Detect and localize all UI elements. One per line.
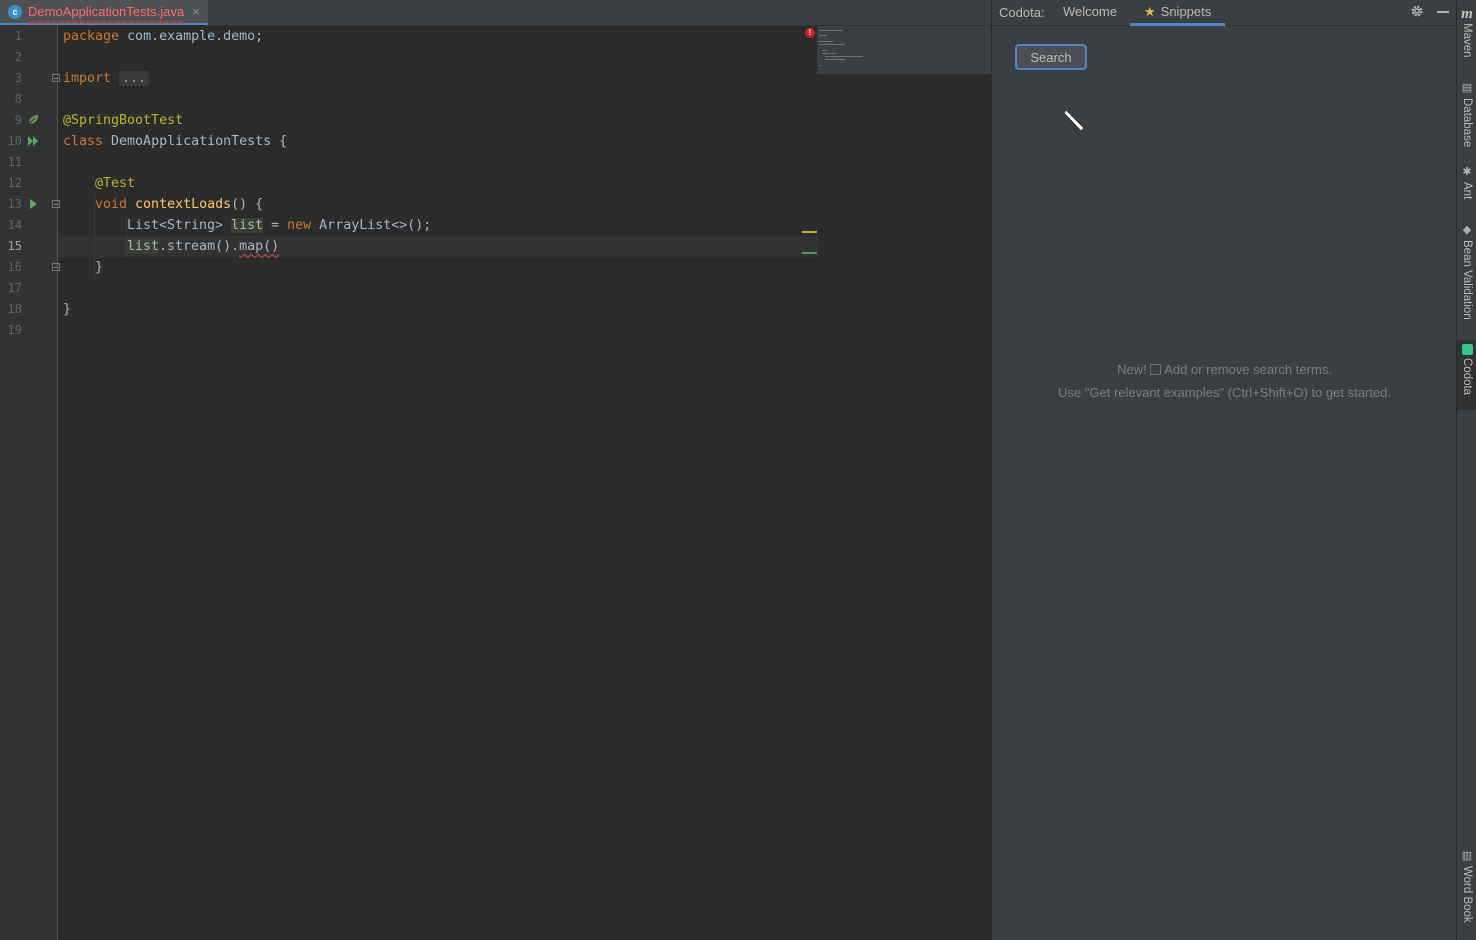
search-button[interactable]: Search <box>1015 44 1087 70</box>
empty-state-line-1: New! Add or remove search terms. <box>1117 362 1332 377</box>
line-number: 11 <box>7 155 22 169</box>
code-minimap[interactable] <box>817 26 991 74</box>
folded-imports[interactable]: ... <box>119 71 150 86</box>
run-test-icon[interactable] <box>27 198 39 210</box>
tool-codota[interactable]: Codota <box>1457 340 1476 410</box>
empty-state-message: New! Add or remove search terms. Use "Ge… <box>992 358 1457 404</box>
mouse-cursor-icon <box>1063 108 1090 139</box>
codota-tool-window: Codota: Welcome ★ Snippets Search New! Ad… <box>991 0 1457 940</box>
codota-title: Codota: <box>999 5 1045 20</box>
tool-ant[interactable]: ✱ Ant <box>1457 166 1476 199</box>
line-number: 16 <box>7 260 22 274</box>
warning-stripe-mark[interactable] <box>802 231 817 233</box>
star-icon: ★ <box>1144 4 1156 19</box>
minimap-line <box>819 44 845 45</box>
line-number: 18 <box>7 302 22 316</box>
codota-icon <box>1461 344 1473 355</box>
bean-validation-icon: ◆ <box>1462 224 1472 236</box>
minimap-line <box>819 35 827 36</box>
error-underline[interactable]: map() <box>239 239 279 254</box>
minimap-line <box>819 41 833 42</box>
line-number: 1 <box>14 29 22 43</box>
tab-welcome[interactable]: Welcome <box>1049 0 1131 23</box>
line-number: 8 <box>14 92 22 106</box>
book-icon: ▥ <box>1461 850 1473 862</box>
gear-icon[interactable] <box>1410 4 1424 22</box>
editor-tab-bar: c DemoApplicationTests.java × <box>0 0 991 26</box>
line-number: 19 <box>7 323 22 337</box>
line-number: 9 <box>14 113 22 127</box>
code-area[interactable]: package com.example.demo; import ... @Sp… <box>58 26 818 940</box>
tool-maven[interactable]: m Maven <box>1457 6 1476 58</box>
editor-tab-demo-application-tests[interactable]: c DemoApplicationTests.java × <box>0 0 208 25</box>
editor-tab-label: DemoApplicationTests.java <box>28 4 185 19</box>
code-line-14: List<String> list = new ArrayList<>(); <box>127 218 432 233</box>
close-tab-icon[interactable]: × <box>192 4 200 19</box>
minimap-line <box>822 50 827 51</box>
line-number-current: 15 <box>7 239 22 253</box>
line-number: 14 <box>7 218 22 232</box>
minimap-line <box>825 59 845 60</box>
line-number: 2 <box>14 50 22 64</box>
right-tool-strip: m Maven ▤ Database ✱ Ant ◆ Bean Validati… <box>1456 0 1476 940</box>
line-number: 17 <box>7 281 22 295</box>
line-number: 10 <box>7 134 22 148</box>
tool-word-book[interactable]: ▥ Word Book <box>1457 850 1476 923</box>
error-indicator-icon[interactable]: ! <box>805 28 815 38</box>
code-line-15: list.stream().map() <box>127 239 280 254</box>
minimap-line <box>822 53 836 54</box>
add-term-icon <box>1150 364 1162 375</box>
line-number: 3 <box>14 71 22 85</box>
code-line-16: } <box>95 260 104 275</box>
code-line-9: @SpringBootTest <box>63 113 184 128</box>
run-tests-icon[interactable] <box>27 135 39 147</box>
database-icon: ▤ <box>1461 82 1473 94</box>
tool-database[interactable]: ▤ Database <box>1457 82 1476 147</box>
minimap-line <box>819 30 843 31</box>
codota-header: Codota: Welcome ★ Snippets <box>992 0 1457 26</box>
line-number: 13 <box>7 197 22 211</box>
tab-snippets[interactable]: ★ Snippets <box>1130 0 1226 26</box>
empty-state-line-2: Use "Get relevant examples" (Ctrl+Shift+… <box>1058 385 1391 400</box>
maven-icon: m <box>1461 6 1473 22</box>
minimap-line <box>819 65 821 66</box>
line-number-gutter[interactable]: 1 2 3 8 9 10 11 12 13 14 15 16 17 18 19 <box>0 26 60 940</box>
change-stripe-mark[interactable] <box>802 252 817 254</box>
line-number: 12 <box>7 176 22 190</box>
spring-bean-icon[interactable] <box>27 114 39 126</box>
code-line-18: } <box>63 302 72 317</box>
code-line-10: class DemoApplicationTests { <box>63 134 288 149</box>
minimize-icon[interactable] <box>1437 11 1449 13</box>
code-editor[interactable]: c DemoApplicationTests.java × 1 2 3 8 9 … <box>0 0 991 940</box>
tool-bean-validation[interactable]: ◆ Bean Validation <box>1457 224 1476 320</box>
ant-icon: ✱ <box>1462 166 1472 178</box>
minimap-line <box>825 56 863 57</box>
code-line-12: @Test <box>95 176 136 191</box>
java-class-icon: c <box>8 4 22 19</box>
code-line-1: package com.example.demo; <box>63 29 264 44</box>
code-line-3: import ... <box>63 68 150 89</box>
code-line-13: void contextLoads() { <box>95 197 264 212</box>
